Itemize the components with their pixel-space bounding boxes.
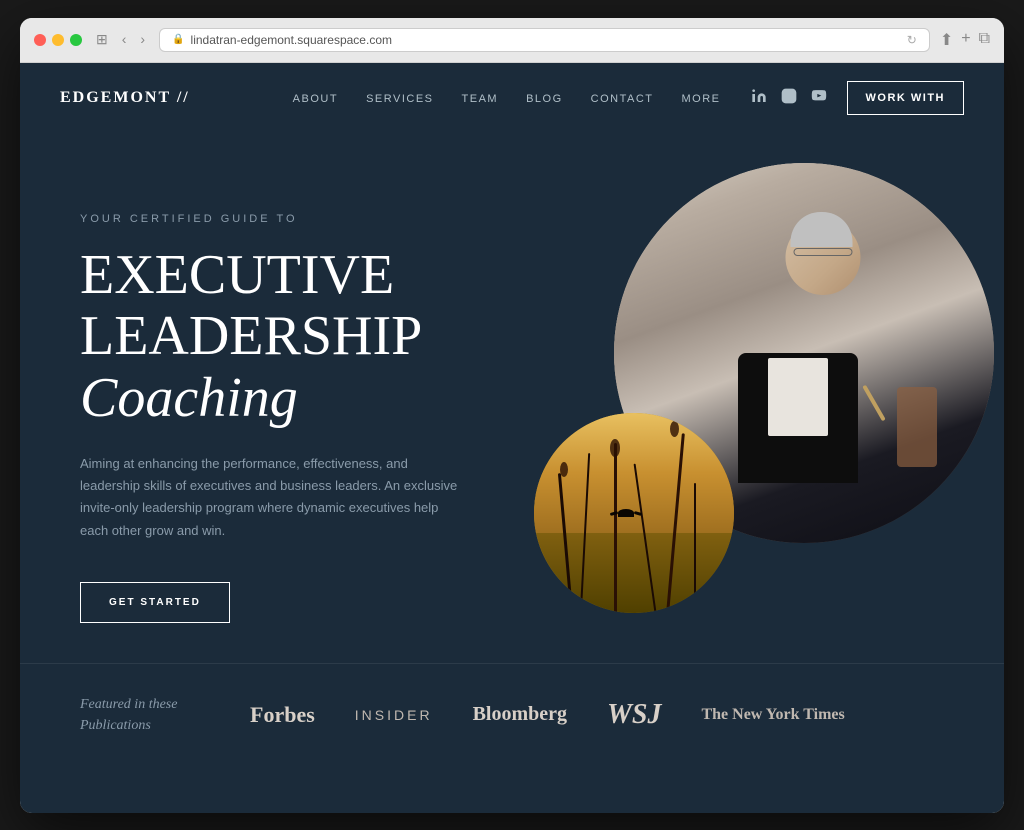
youtube-icon[interactable] <box>811 88 827 107</box>
refresh-icon[interactable]: ↻ <box>907 33 917 47</box>
new-tab-icon[interactable]: + <box>961 30 970 50</box>
nav-links: ABOUT SERVICES TEAM BLOG CONTACT MORE <box>293 89 721 107</box>
get-started-button[interactable]: GET STARTED <box>80 582 230 623</box>
reed-6 <box>694 483 696 613</box>
hero-title-italic: Coaching <box>80 367 298 429</box>
sidebar-toggle-icon[interactable]: ⊞ <box>92 29 112 50</box>
nav-link-more[interactable]: MORE <box>682 93 721 105</box>
pub-label-line2: Publications <box>80 718 151 733</box>
publications-label: Featured in these Publications <box>80 694 210 736</box>
reed-3 <box>614 443 617 613</box>
browser-chrome: ⊞ ‹ › 🔒 lindatran-edgemont.squarespace.c… <box>20 18 1004 63</box>
hero-title-line2: LEADERSHIP <box>80 305 420 367</box>
nav-link-about[interactable]: ABOUT <box>293 93 338 105</box>
nav-item-team[interactable]: TEAM <box>462 89 499 107</box>
lock-icon: 🔒 <box>172 34 184 45</box>
instagram-icon[interactable] <box>781 88 797 107</box>
minimize-dot[interactable] <box>52 34 64 46</box>
forward-icon[interactable]: › <box>136 29 149 50</box>
share-icon[interactable]: ⬆ <box>940 30 953 50</box>
nav-link-services[interactable]: SERVICES <box>366 93 433 105</box>
person-head <box>786 220 861 295</box>
reed-top-2 <box>610 439 620 457</box>
nav-item-services[interactable]: SERVICES <box>366 89 433 107</box>
insider-logo[interactable]: INSIDER <box>355 707 433 723</box>
chair-arm <box>897 387 937 467</box>
reed-top-1 <box>560 462 568 477</box>
person-jacket <box>738 353 858 483</box>
bird-body <box>618 509 634 517</box>
back-icon[interactable]: ‹ <box>118 29 131 50</box>
maximize-dot[interactable] <box>70 34 82 46</box>
person-shirt <box>768 358 828 436</box>
hero-section: YOUR CERTIFIED GUIDE TO EXECUTIVE LEADER… <box>20 133 1004 663</box>
nav-item-blog[interactable]: BLOG <box>526 89 563 107</box>
site-logo[interactable]: EDGEMONT // <box>60 89 190 107</box>
url-text: lindatran-edgemont.squarespace.com <box>191 33 392 47</box>
nav-item-contact[interactable]: CONTACT <box>591 89 654 107</box>
close-dot[interactable] <box>34 34 46 46</box>
nav-link-blog[interactable]: BLOG <box>526 93 563 105</box>
browser-controls: ⊞ ‹ › <box>92 29 149 50</box>
nav-item-more[interactable]: MORE <box>682 89 721 107</box>
site-content: EDGEMONT // ABOUT SERVICES TEAM BLOG CON… <box>20 63 1004 813</box>
person-glasses <box>794 248 853 256</box>
nature-background <box>534 413 734 613</box>
nav-item-about[interactable]: ABOUT <box>293 89 338 107</box>
hero-images <box>454 133 1004 713</box>
reed-top-3 <box>670 421 679 437</box>
hero-description: Aiming at enhancing the performance, eff… <box>80 453 460 541</box>
browser-window: ⊞ ‹ › 🔒 lindatran-edgemont.squarespace.c… <box>20 18 1004 813</box>
tabs-icon[interactable]: ⧉ <box>979 30 990 50</box>
pub-label-line1: Featured in these <box>80 697 177 712</box>
work-with-button[interactable]: WORK WITH <box>847 81 964 115</box>
main-nav: EDGEMONT // ABOUT SERVICES TEAM BLOG CON… <box>20 63 1004 133</box>
social-icons <box>751 88 827 107</box>
address-bar[interactable]: 🔒 lindatran-edgemont.squarespace.com ↻ <box>159 28 930 52</box>
hero-image-small <box>534 413 734 613</box>
linkedin-icon[interactable] <box>751 88 767 107</box>
nav-link-contact[interactable]: CONTACT <box>591 93 654 105</box>
forbes-logo[interactable]: Forbes <box>250 702 315 728</box>
browser-dots <box>34 34 82 46</box>
hero-title-line1: EXECUTIVE <box>80 244 394 306</box>
browser-actions: ⬆ + ⧉ <box>940 30 990 50</box>
nav-link-team[interactable]: TEAM <box>462 93 499 105</box>
